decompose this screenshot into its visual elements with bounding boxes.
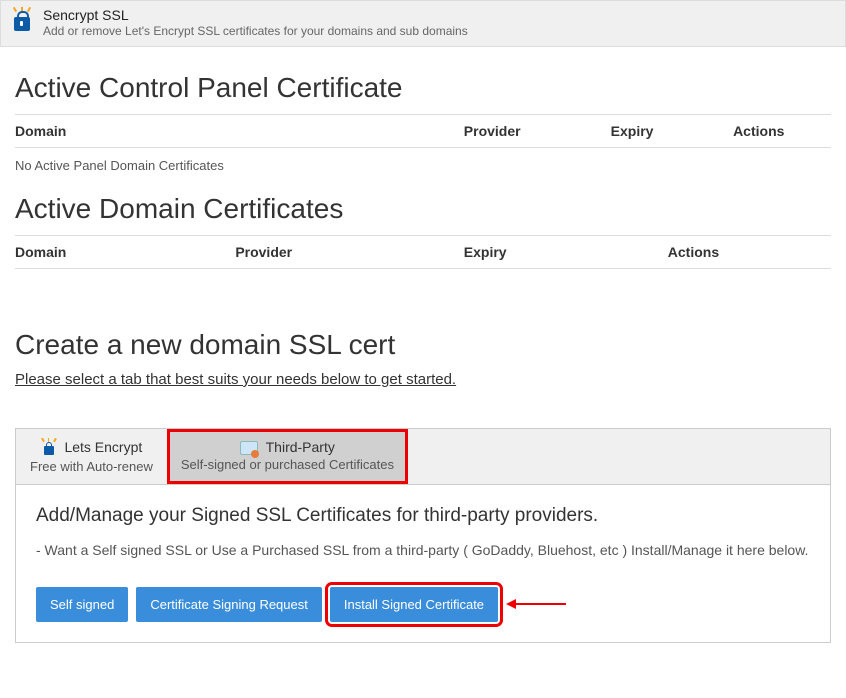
- tab-lets-encrypt[interactable]: Lets Encrypt Free with Auto-renew: [16, 429, 167, 484]
- page-title: Sencrypt SSL: [43, 7, 468, 23]
- tab-third-party-sub: Self-signed or purchased Certificates: [181, 457, 394, 472]
- col-expiry: Expiry: [464, 236, 668, 269]
- sencrypt-ssl-icon: [11, 9, 33, 35]
- col-provider: Provider: [464, 115, 611, 148]
- section-domain-cert-title: Active Domain Certificates: [15, 193, 831, 225]
- tab-lets-encrypt-label: Lets Encrypt: [64, 439, 142, 455]
- col-domain: Domain: [15, 236, 235, 269]
- col-actions: Actions: [733, 115, 831, 148]
- col-expiry: Expiry: [611, 115, 733, 148]
- col-actions: Actions: [668, 236, 831, 269]
- page-header: Sencrypt SSL Add or remove Let's Encrypt…: [0, 0, 846, 47]
- self-signed-button[interactable]: Self signed: [36, 587, 128, 622]
- col-domain: Domain: [15, 115, 464, 148]
- panel-cert-empty: No Active Panel Domain Certificates: [15, 148, 831, 184]
- panel-cert-table: Domain Provider Expiry Actions No Active…: [15, 114, 831, 183]
- third-party-panel-desc: - Want a Self signed SSL or Use a Purcha…: [36, 541, 810, 561]
- install-signed-cert-button[interactable]: Install Signed Certificate: [330, 587, 498, 622]
- tab-third-party-label: Third-Party: [266, 439, 335, 455]
- page-subtitle: Add or remove Let's Encrypt SSL certific…: [43, 24, 468, 38]
- tab-lets-encrypt-sub: Free with Auto-renew: [30, 459, 153, 474]
- csr-button[interactable]: Certificate Signing Request: [136, 587, 322, 622]
- annotation-arrow: [506, 595, 562, 613]
- col-provider: Provider: [235, 236, 463, 269]
- certificate-icon: [240, 441, 258, 455]
- section-panel-cert-title: Active Control Panel Certificate: [15, 72, 831, 104]
- tab-third-party[interactable]: Third-Party Self-signed or purchased Cer…: [167, 429, 408, 484]
- domain-cert-table: Domain Provider Expiry Actions: [15, 235, 831, 269]
- section-create-title: Create a new domain SSL cert: [15, 329, 831, 361]
- third-party-panel-title: Add/Manage your Signed SSL Certificates …: [36, 505, 810, 527]
- lets-encrypt-icon: [41, 439, 57, 457]
- ssl-tabs-container: Lets Encrypt Free with Auto-renew Third-…: [15, 428, 831, 643]
- create-instruction: Please select a tab that best suits your…: [15, 371, 831, 388]
